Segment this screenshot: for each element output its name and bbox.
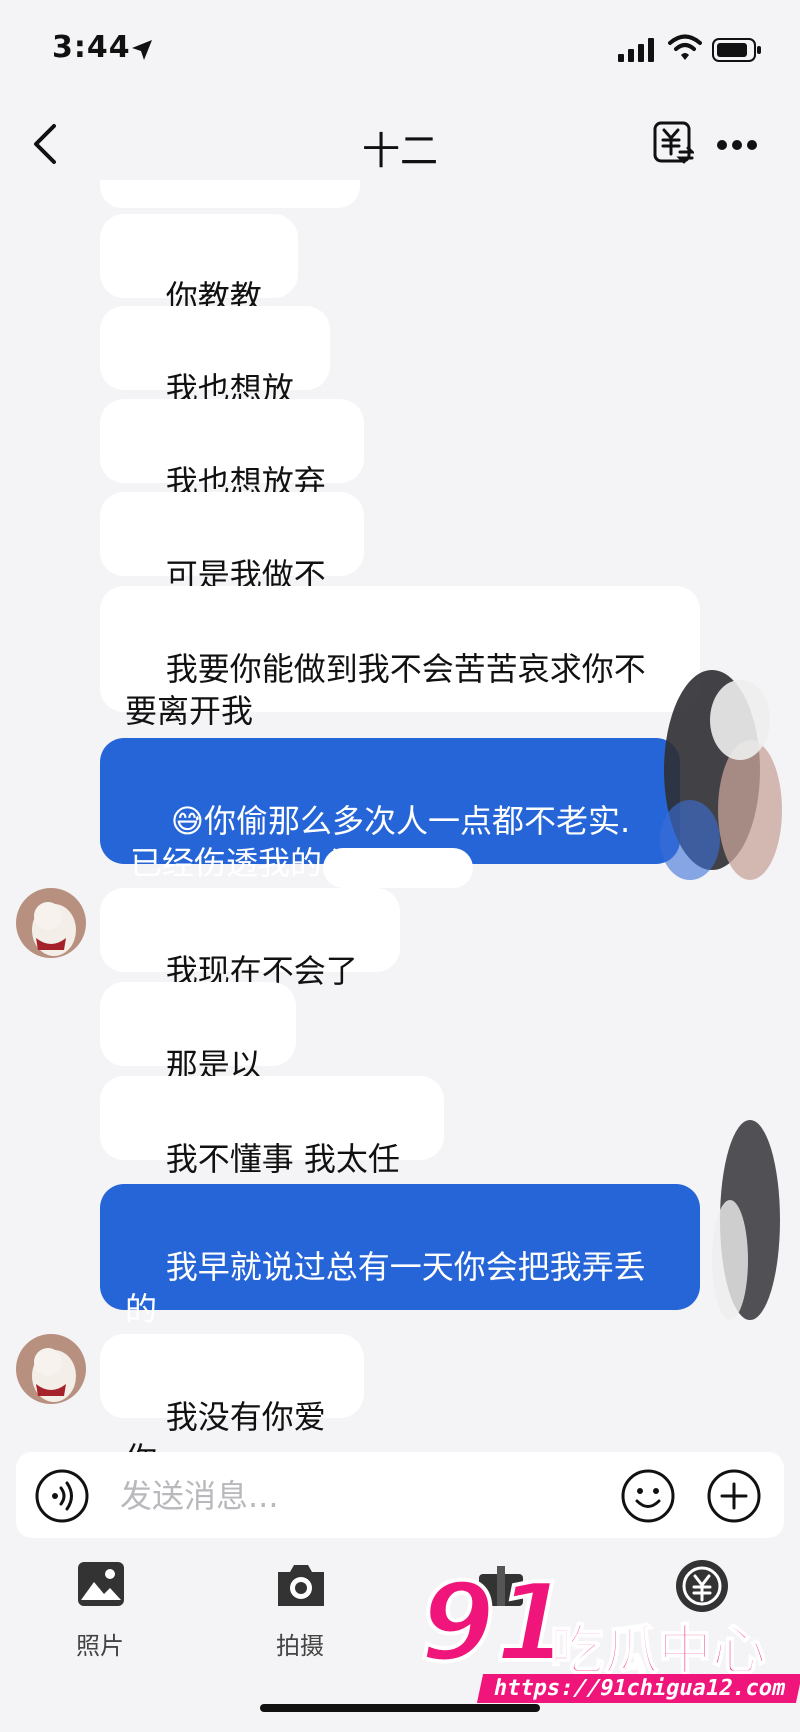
message-bubble-incoming: 我也想放弃你 (100, 399, 364, 543)
watermark-number: 91 (418, 1561, 572, 1686)
back-arrow-icon[interactable] (30, 122, 60, 170)
camera-label: 拍摄 (276, 1632, 324, 1660)
wifi-icon (668, 34, 702, 66)
message-bubble-partial (100, 180, 360, 208)
status-bar: 3:44 (0, 0, 800, 100)
camera-button[interactable]: 拍摄 (240, 1550, 360, 1660)
chat-header: 十二 (0, 100, 800, 190)
message-text: 我要你能做到我不会苦苦哀求你不 要离开我 (125, 650, 646, 730)
yen-transfer-icon[interactable] (652, 120, 696, 170)
watermark-logo: 91 吃瓜中心 https://91chigua12.com (418, 1561, 800, 1720)
message-bubble-incoming: 那是以前 (100, 982, 296, 1126)
status-time: 3:44 (52, 30, 131, 65)
voice-input-icon[interactable] (34, 1468, 90, 1528)
message-input[interactable] (118, 1470, 602, 1522)
home-indicator[interactable] (260, 1704, 540, 1712)
message-bubble-outgoing: 我早就说过总有一天你会把我弄丢 的 (100, 1184, 700, 1328)
battery-icon (712, 38, 762, 66)
photo-icon (76, 1560, 126, 1612)
cellular-signal-icon (618, 38, 656, 66)
message-bubble-incoming: 可是我做不到 (100, 492, 364, 636)
photo-label: 照片 (76, 1632, 124, 1660)
chat-screen: 3:44 十二 你教教 我也想放 我也想放弃 可是我做不 我要你能做到我不会苦苦… (0, 0, 800, 1732)
message-bubble-incoming: 我不懂事 我太任性 (100, 1076, 444, 1220)
chat-title: 十二 (361, 129, 438, 173)
message-bubble-incoming: 我要你能做到我不会苦苦哀求你不 要离开我 (100, 586, 700, 730)
redaction-smudge (660, 670, 782, 880)
message-bubble-outgoing: 😅你偷那么多次人一点都不老实. 已经伤透我的心 (100, 738, 680, 882)
watermark-url: https://91chigua12.com (476, 1674, 800, 1703)
avatar[interactable] (16, 888, 86, 958)
location-arrow-icon (130, 38, 154, 66)
message-bubble-incoming: 我也想放下 (100, 306, 330, 450)
message-bubble-incoming: 我现在不会了啊 (100, 888, 400, 1032)
emoji-sweat-smile-icon: 😅 (170, 802, 205, 840)
message-bubble-incoming: 我没有你爱你 (100, 1334, 364, 1478)
photo-button[interactable]: 照片 (40, 1550, 160, 1660)
message-input-bar (16, 1452, 784, 1538)
camera-icon (274, 1562, 328, 1612)
message-text: 我早就说过总有一天你会把我弄丢 的 (125, 1248, 646, 1328)
add-plus-icon[interactable] (706, 1468, 762, 1528)
emoji-smile-icon[interactable] (620, 1468, 676, 1528)
redaction-smudge (712, 1120, 780, 1320)
message-bubble-incoming: 你教教我 (100, 214, 298, 358)
more-options-icon[interactable] (716, 136, 758, 155)
message-bubble-partial (323, 848, 473, 888)
avatar[interactable] (16, 1334, 86, 1404)
